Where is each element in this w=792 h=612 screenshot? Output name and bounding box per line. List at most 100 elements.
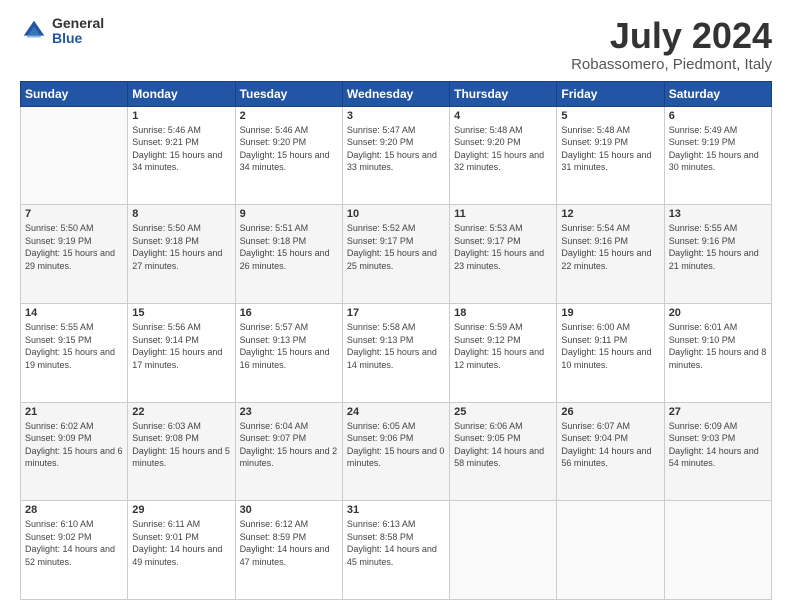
sunrise: Sunrise: 5:48 AM: [454, 125, 523, 135]
sunrise: Sunrise: 6:04 AM: [240, 421, 309, 431]
subtitle: Robassomero, Piedmont, Italy: [571, 56, 772, 73]
daylight: Daylight: 15 hours and 27 minutes.: [132, 248, 222, 271]
sunrise: Sunrise: 5:57 AM: [240, 322, 309, 332]
sunrise: Sunrise: 5:53 AM: [454, 223, 523, 233]
daylight: Daylight: 15 hours and 33 minutes.: [347, 150, 437, 173]
logo-general: General: [52, 16, 104, 31]
sunrise: Sunrise: 6:05 AM: [347, 421, 416, 431]
day-info: Sunrise: 5:50 AM Sunset: 9:18 PM Dayligh…: [132, 222, 230, 272]
sunset: Sunset: 9:14 PM: [132, 335, 199, 345]
day-info: Sunrise: 5:53 AM Sunset: 9:17 PM Dayligh…: [454, 222, 552, 272]
sunset: Sunset: 9:13 PM: [240, 335, 307, 345]
sunrise: Sunrise: 5:46 AM: [240, 125, 309, 135]
table-row: 16 Sunrise: 5:57 AM Sunset: 9:13 PM Dayl…: [235, 303, 342, 402]
day-number: 12: [561, 208, 659, 220]
calendar-week-row: 28 Sunrise: 6:10 AM Sunset: 9:02 PM Dayl…: [21, 501, 772, 600]
daylight: Daylight: 15 hours and 8 minutes.: [669, 347, 767, 370]
daylight: Daylight: 15 hours and 5 minutes.: [132, 446, 230, 469]
table-row: 15 Sunrise: 5:56 AM Sunset: 9:14 PM Dayl…: [128, 303, 235, 402]
table-row: 25 Sunrise: 6:06 AM Sunset: 9:05 PM Dayl…: [450, 402, 557, 501]
header-wednesday: Wednesday: [342, 81, 449, 106]
header-thursday: Thursday: [450, 81, 557, 106]
daylight: Daylight: 15 hours and 25 minutes.: [347, 248, 437, 271]
title-block: July 2024 Robassomero, Piedmont, Italy: [571, 16, 772, 73]
day-info: Sunrise: 6:10 AM Sunset: 9:02 PM Dayligh…: [25, 518, 123, 568]
calendar-page: General Blue July 2024 Robassomero, Pied…: [0, 0, 792, 612]
daylight: Daylight: 15 hours and 14 minutes.: [347, 347, 437, 370]
day-number: 2: [240, 110, 338, 122]
table-row: 26 Sunrise: 6:07 AM Sunset: 9:04 PM Dayl…: [557, 402, 664, 501]
sunset: Sunset: 9:16 PM: [561, 236, 628, 246]
sunset: Sunset: 9:12 PM: [454, 335, 521, 345]
day-number: 7: [25, 208, 123, 220]
daylight: Daylight: 14 hours and 54 minutes.: [669, 446, 759, 469]
table-row: 17 Sunrise: 5:58 AM Sunset: 9:13 PM Dayl…: [342, 303, 449, 402]
daylight: Daylight: 15 hours and 6 minutes.: [25, 446, 123, 469]
sunset: Sunset: 9:20 PM: [240, 137, 307, 147]
table-row: 13 Sunrise: 5:55 AM Sunset: 9:16 PM Dayl…: [664, 205, 771, 304]
day-info: Sunrise: 5:59 AM Sunset: 9:12 PM Dayligh…: [454, 321, 552, 371]
table-row: [557, 501, 664, 600]
sunrise: Sunrise: 5:55 AM: [669, 223, 738, 233]
day-number: 14: [25, 307, 123, 319]
day-number: 4: [454, 110, 552, 122]
daylight: Daylight: 15 hours and 32 minutes.: [454, 150, 544, 173]
sunrise: Sunrise: 5:54 AM: [561, 223, 630, 233]
day-info: Sunrise: 6:04 AM Sunset: 9:07 PM Dayligh…: [240, 420, 338, 470]
table-row: 31 Sunrise: 6:13 AM Sunset: 8:58 PM Dayl…: [342, 501, 449, 600]
sunset: Sunset: 9:17 PM: [347, 236, 414, 246]
sunset: Sunset: 9:18 PM: [240, 236, 307, 246]
table-row: 5 Sunrise: 5:48 AM Sunset: 9:19 PM Dayli…: [557, 106, 664, 205]
day-number: 15: [132, 307, 230, 319]
calendar-week-row: 1 Sunrise: 5:46 AM Sunset: 9:21 PM Dayli…: [21, 106, 772, 205]
day-info: Sunrise: 6:11 AM Sunset: 9:01 PM Dayligh…: [132, 518, 230, 568]
sunset: Sunset: 9:19 PM: [669, 137, 736, 147]
sunset: Sunset: 9:08 PM: [132, 433, 199, 443]
table-row: 12 Sunrise: 5:54 AM Sunset: 9:16 PM Dayl…: [557, 205, 664, 304]
daylight: Daylight: 15 hours and 16 minutes.: [240, 347, 330, 370]
daylight: Daylight: 14 hours and 49 minutes.: [132, 544, 222, 567]
table-row: 29 Sunrise: 6:11 AM Sunset: 9:01 PM Dayl…: [128, 501, 235, 600]
daylight: Daylight: 15 hours and 23 minutes.: [454, 248, 544, 271]
daylight: Daylight: 15 hours and 34 minutes.: [132, 150, 222, 173]
header-tuesday: Tuesday: [235, 81, 342, 106]
daylight: Daylight: 14 hours and 56 minutes.: [561, 446, 651, 469]
logo-blue: Blue: [52, 31, 104, 46]
main-title: July 2024: [571, 16, 772, 56]
daylight: Daylight: 15 hours and 29 minutes.: [25, 248, 115, 271]
day-number: 25: [454, 406, 552, 418]
day-info: Sunrise: 6:09 AM Sunset: 9:03 PM Dayligh…: [669, 420, 767, 470]
sunrise: Sunrise: 5:47 AM: [347, 125, 416, 135]
table-row: 11 Sunrise: 5:53 AM Sunset: 9:17 PM Dayl…: [450, 205, 557, 304]
sunrise: Sunrise: 6:01 AM: [669, 322, 738, 332]
sunset: Sunset: 9:05 PM: [454, 433, 521, 443]
sunrise: Sunrise: 6:11 AM: [132, 519, 200, 529]
sunrise: Sunrise: 6:07 AM: [561, 421, 630, 431]
sunset: Sunset: 9:19 PM: [561, 137, 628, 147]
daylight: Daylight: 15 hours and 12 minutes.: [454, 347, 544, 370]
sunrise: Sunrise: 5:46 AM: [132, 125, 201, 135]
table-row: 6 Sunrise: 5:49 AM Sunset: 9:19 PM Dayli…: [664, 106, 771, 205]
day-number: 19: [561, 307, 659, 319]
day-info: Sunrise: 6:12 AM Sunset: 8:59 PM Dayligh…: [240, 518, 338, 568]
day-number: 6: [669, 110, 767, 122]
day-number: 23: [240, 406, 338, 418]
sunrise: Sunrise: 5:50 AM: [25, 223, 94, 233]
table-row: [21, 106, 128, 205]
sunrise: Sunrise: 6:06 AM: [454, 421, 523, 431]
day-info: Sunrise: 5:48 AM Sunset: 9:20 PM Dayligh…: [454, 124, 552, 174]
day-number: 31: [347, 504, 445, 516]
day-number: 21: [25, 406, 123, 418]
day-info: Sunrise: 5:47 AM Sunset: 9:20 PM Dayligh…: [347, 124, 445, 174]
sunset: Sunset: 9:17 PM: [454, 236, 521, 246]
day-info: Sunrise: 5:55 AM Sunset: 9:15 PM Dayligh…: [25, 321, 123, 371]
sunset: Sunset: 9:01 PM: [132, 532, 199, 542]
day-info: Sunrise: 5:56 AM Sunset: 9:14 PM Dayligh…: [132, 321, 230, 371]
day-number: 30: [240, 504, 338, 516]
sunset: Sunset: 9:18 PM: [132, 236, 199, 246]
sunrise: Sunrise: 5:48 AM: [561, 125, 630, 135]
sunrise: Sunrise: 5:59 AM: [454, 322, 523, 332]
daylight: Daylight: 14 hours and 58 minutes.: [454, 446, 544, 469]
day-info: Sunrise: 6:03 AM Sunset: 9:08 PM Dayligh…: [132, 420, 230, 470]
sunset: Sunset: 9:07 PM: [240, 433, 307, 443]
